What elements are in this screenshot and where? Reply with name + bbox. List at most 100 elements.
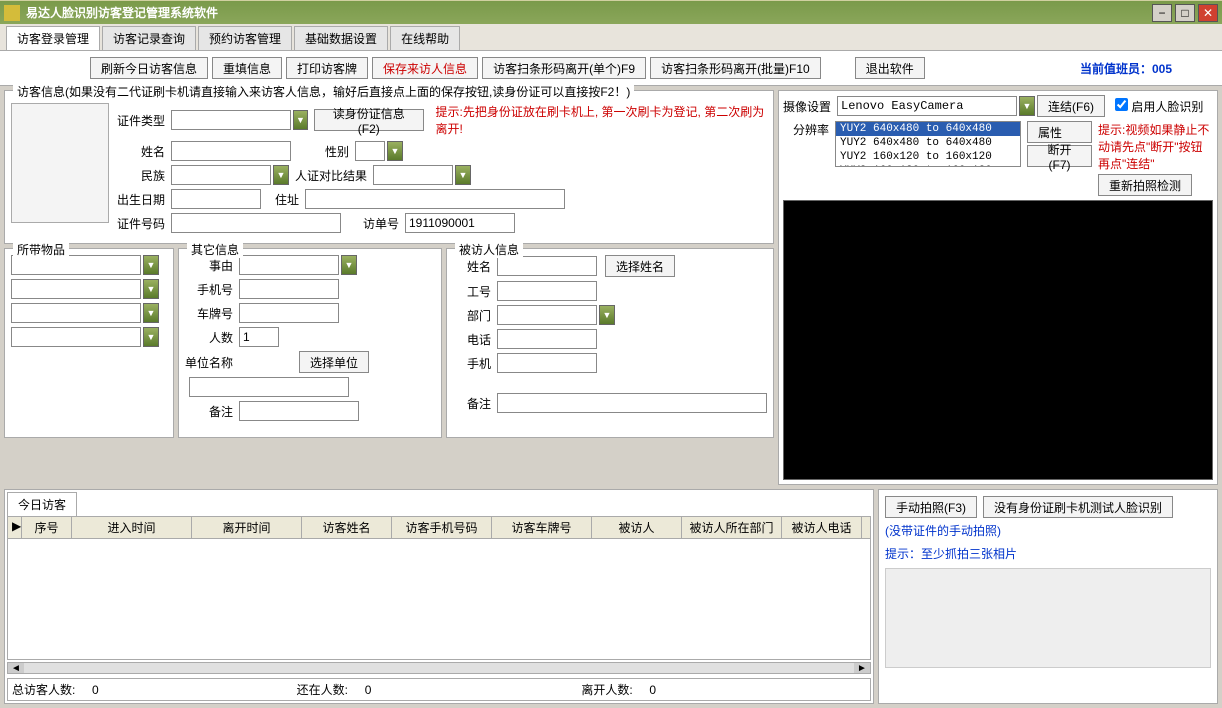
reso-item-1[interactable]: YUY2 640x480 to 640x480 xyxy=(836,136,1020,150)
print-button[interactable]: 打印访客牌 xyxy=(286,57,368,79)
connect-button[interactable]: 连结(F6) xyxy=(1037,95,1105,117)
name-label: 姓名 xyxy=(117,143,169,160)
reso-item-2[interactable]: YUY2 160x120 to 160x120 xyxy=(836,150,1020,164)
carried-1-dd-icon[interactable]: ▼ xyxy=(143,255,159,275)
refill-button[interactable]: 重填信息 xyxy=(212,57,282,79)
reason-input[interactable] xyxy=(239,255,339,275)
tab-visitor-query[interactable]: 访客记录查询 xyxy=(102,26,196,50)
visitor-info-group: 访客信息(如果没有二代证刷卡机请直接输入来访客人信息，输好后直接点上面的保存按钮… xyxy=(4,90,774,244)
addr-label: 住址 xyxy=(263,191,303,208)
v-empno-input[interactable] xyxy=(497,281,597,301)
col-tel[interactable]: 被访人电话 xyxy=(782,517,862,538)
refresh-button[interactable]: 刷新今日访客信息 xyxy=(90,57,208,79)
resolution-list[interactable]: YUY2 640x480 to 640x480 YUY2 640x480 to … xyxy=(835,121,1021,167)
carried-4[interactable] xyxy=(11,327,141,347)
manual-hint2: 提示：至少抓拍三张相片 xyxy=(885,545,1211,562)
app-icon xyxy=(4,5,20,21)
v-tel-input[interactable] xyxy=(497,329,597,349)
id-type-dd-icon[interactable]: ▼ xyxy=(293,110,308,130)
idno-input[interactable] xyxy=(171,213,341,233)
gender-input[interactable] xyxy=(355,141,385,161)
reso-item-3[interactable]: YUY2 160x120 to 160x120 xyxy=(836,164,1020,167)
carried-2-dd-icon[interactable]: ▼ xyxy=(143,279,159,299)
reso-label: 分辨率 xyxy=(783,121,833,138)
enable-face-checkbox[interactable] xyxy=(1115,98,1128,111)
v-name-input[interactable] xyxy=(497,256,597,276)
visited-group: 被访人信息 姓名选择姓名 工号 部门▼ 电话 手机 备注 xyxy=(446,248,774,438)
barcode-single-button[interactable]: 访客扫条形码离开(单个)F9 xyxy=(482,57,646,79)
pick-unit-button[interactable]: 选择单位 xyxy=(299,351,369,373)
enable-face-label[interactable]: 启用人脸识别 xyxy=(1115,98,1203,115)
minimize-button[interactable]: − xyxy=(1152,4,1172,22)
face-result-input[interactable] xyxy=(373,165,453,185)
tab-basic-data[interactable]: 基础数据设置 xyxy=(294,26,388,50)
maximize-button[interactable]: □ xyxy=(1175,4,1195,22)
mobile-label: 手机号 xyxy=(185,281,237,298)
carried-3[interactable] xyxy=(11,303,141,323)
col-visited[interactable]: 被访人 xyxy=(592,517,682,538)
tab-visitor-login[interactable]: 访客登录管理 xyxy=(6,26,100,50)
gender-dd-icon[interactable]: ▼ xyxy=(387,141,403,161)
v-mobile-input[interactable] xyxy=(497,353,597,373)
carried-4-dd-icon[interactable]: ▼ xyxy=(143,327,159,347)
recheck-button[interactable]: 重新拍照检测 xyxy=(1098,174,1192,196)
close-button[interactable]: ✕ xyxy=(1198,4,1218,22)
manual-capture-button[interactable]: 手动拍照(F3) xyxy=(885,496,977,518)
nation-dd-icon[interactable]: ▼ xyxy=(273,165,289,185)
other-legend: 其它信息 xyxy=(187,241,243,258)
unit-label: 单位名称 xyxy=(185,354,237,371)
today-tab[interactable]: 今日访客 xyxy=(7,492,77,516)
v-dept-input[interactable] xyxy=(497,305,597,325)
birth-input[interactable] xyxy=(171,189,261,209)
col-seq[interactable]: 序号 xyxy=(22,517,72,538)
nation-input[interactable] xyxy=(171,165,271,185)
car-input[interactable] xyxy=(239,303,339,323)
id-type-input[interactable] xyxy=(171,110,291,130)
video-hint: 提示:视频如果静止不动请先点"断开"按钮再点"连结" xyxy=(1098,121,1213,172)
cam-device-dd-icon[interactable]: ▼ xyxy=(1019,96,1035,116)
cam-device-input[interactable] xyxy=(837,96,1017,116)
reso-item-0[interactable]: YUY2 640x480 to 640x480 xyxy=(836,122,1020,136)
visitno-input[interactable] xyxy=(405,213,515,233)
addr-input[interactable] xyxy=(305,189,565,209)
col-dept[interactable]: 被访人所在部门 xyxy=(682,517,782,538)
save-button[interactable]: 保存来访人信息 xyxy=(372,57,478,79)
unit-input[interactable] xyxy=(189,377,349,397)
barcode-batch-button[interactable]: 访客扫条形码离开(批量)F10 xyxy=(650,57,821,79)
v-tel-label: 电话 xyxy=(453,331,495,348)
carried-3-dd-icon[interactable]: ▼ xyxy=(143,303,159,323)
v-remark-input[interactable] xyxy=(497,393,767,413)
window-title: 易达人脸识别访客登记管理系统软件 xyxy=(26,4,1149,21)
mobile-input[interactable] xyxy=(239,279,339,299)
read-id-button[interactable]: 读身份证信息(F2) xyxy=(314,109,424,131)
row-marker: ▶ xyxy=(8,517,22,538)
manual-hint1: (没带证件的手动拍照) xyxy=(885,522,1211,539)
col-mobile[interactable]: 访客手机号码 xyxy=(392,517,492,538)
v-name-label: 姓名 xyxy=(453,258,495,275)
name-input[interactable] xyxy=(171,141,291,161)
exit-button[interactable]: 退出软件 xyxy=(855,57,925,79)
remark-input[interactable] xyxy=(239,401,359,421)
carried-legend: 所带物品 xyxy=(13,241,69,258)
h-scrollbar[interactable]: ◄► xyxy=(7,662,871,674)
tab-reservation[interactable]: 预约访客管理 xyxy=(198,26,292,50)
tab-online-help[interactable]: 在线帮助 xyxy=(390,26,460,50)
visitor-grid[interactable]: ▶ 序号 进入时间 离开时间 访客姓名 访客手机号码 访客车牌号 被访人 被访人… xyxy=(7,516,871,660)
in-label: 还在人数: xyxy=(297,683,348,697)
col-in-time[interactable]: 进入时间 xyxy=(72,517,192,538)
v-mobile-label: 手机 xyxy=(453,355,495,372)
in-value: 0 xyxy=(365,683,372,697)
count-input[interactable] xyxy=(239,327,279,347)
col-name[interactable]: 访客姓名 xyxy=(302,517,392,538)
col-car[interactable]: 访客车牌号 xyxy=(492,517,592,538)
carried-2[interactable] xyxy=(11,279,141,299)
v-dept-dd-icon[interactable]: ▼ xyxy=(599,305,615,325)
carried-1[interactable] xyxy=(11,255,141,275)
face-result-dd-icon[interactable]: ▼ xyxy=(455,165,471,185)
reason-dd-icon[interactable]: ▼ xyxy=(341,255,357,275)
disconnect-button[interactable]: 断开(F7) xyxy=(1027,145,1092,167)
out-value: 0 xyxy=(649,683,656,697)
no-reader-test-button[interactable]: 没有身份证刷卡机测试人脸识别 xyxy=(983,496,1173,518)
col-out-time[interactable]: 离开时间 xyxy=(192,517,302,538)
pick-name-button[interactable]: 选择姓名 xyxy=(605,255,675,277)
